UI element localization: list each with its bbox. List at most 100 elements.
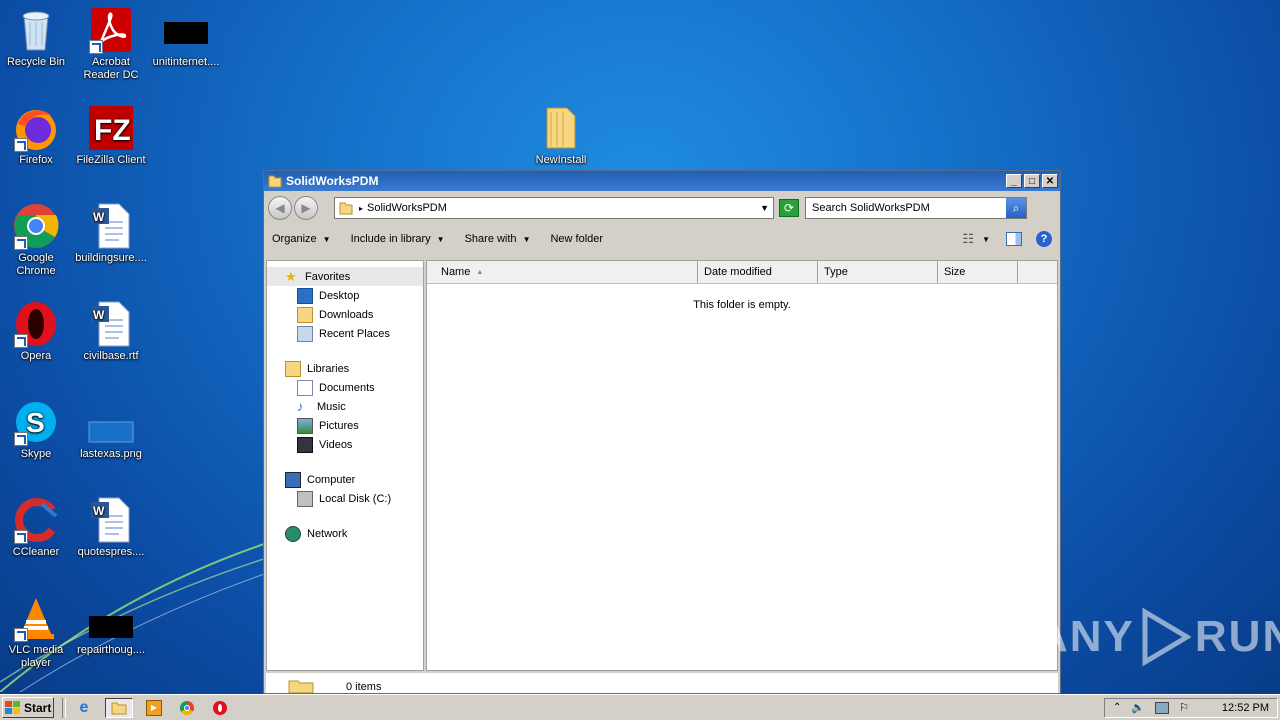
refresh-button[interactable]: ⟳ xyxy=(779,199,799,217)
svg-text:S: S xyxy=(26,407,45,438)
forward-button[interactable]: ▶ xyxy=(294,196,318,220)
folder-icon xyxy=(268,175,282,188)
desktop-icon-firefox[interactable]: Firefox xyxy=(0,104,74,167)
anyrun-watermark: ANY RUN xyxy=(1036,608,1280,666)
svg-text:FZ: FZ xyxy=(94,114,131,147)
taskbar-explorer[interactable] xyxy=(105,697,133,718)
filezilla-icon: FZ xyxy=(89,106,133,150)
desktop-icon-lastexas[interactable]: lastexas.png xyxy=(73,398,149,461)
nav-item-desktop[interactable]: Desktop xyxy=(267,286,423,305)
nav-item-downloads[interactable]: Downloads xyxy=(267,305,423,324)
include-in-library-menu[interactable]: Include in library ▼ xyxy=(351,233,445,245)
svg-text:W: W xyxy=(93,504,105,518)
help-icon[interactable]: ? xyxy=(1036,231,1052,247)
chevron-down-icon: ▼ xyxy=(436,234,445,244)
close-button[interactable]: ✕ xyxy=(1042,174,1058,188)
nav-item-videos[interactable]: Videos xyxy=(267,435,423,454)
desktop-icon-skype[interactable]: S Skype xyxy=(0,398,74,461)
desktop-icon-ccleaner[interactable]: CCleaner xyxy=(0,496,74,559)
column-size[interactable]: Size xyxy=(938,261,1018,283)
pictures-icon xyxy=(297,417,313,434)
downloads-icon xyxy=(297,306,313,323)
empty-folder-message: This folder is empty. xyxy=(693,299,791,311)
taskbar: Start e ▶ ⌃ 🔈 ⚐ 12:52 PM xyxy=(0,694,1280,720)
star-icon: ★ xyxy=(285,268,297,284)
nav-item-pictures[interactable]: Pictures xyxy=(267,416,423,435)
desktop-icon-vlc[interactable]: VLC media player xyxy=(0,594,74,670)
computer-icon xyxy=(285,471,301,488)
desktop-icon-quotespres[interactable]: W quotespres.... xyxy=(73,496,149,559)
network-icon xyxy=(285,525,301,542)
svg-text:W: W xyxy=(93,210,105,224)
taskbar-opera[interactable] xyxy=(208,698,232,718)
search-icon[interactable]: ⌕ xyxy=(1006,198,1026,218)
nav-favorites[interactable]: ★ Favorites xyxy=(267,267,423,286)
forward-arrow-icon: ▶ xyxy=(301,201,311,215)
system-tray: ⌃ 🔈 ⚐ 12:52 PM xyxy=(1104,697,1278,718)
folder-icon xyxy=(339,202,353,215)
desktop-icon xyxy=(297,287,313,304)
nav-item-recent-places[interactable]: Recent Places xyxy=(267,324,423,343)
clock[interactable]: 12:52 PM xyxy=(1222,702,1269,714)
internet-explorer-icon: e xyxy=(79,698,89,716)
chevron-down-icon: ▼ xyxy=(322,234,331,244)
nav-item-local-disk[interactable]: Local Disk (C:) xyxy=(267,489,423,508)
play-logo-icon xyxy=(1142,608,1191,666)
desktop-icon-civilbase[interactable]: W civilbase.rtf xyxy=(73,300,149,363)
desktop-icon-unitinternet[interactable]: unitinternet.... xyxy=(148,6,224,69)
action-center-flag-icon[interactable]: ⚐ xyxy=(1179,701,1189,714)
black-thumbnail-icon xyxy=(89,616,133,638)
volume-icon[interactable]: 🔈 xyxy=(1131,701,1145,714)
taskbar-ie[interactable]: e xyxy=(72,698,96,718)
nav-item-music[interactable]: ♪ Music xyxy=(267,397,423,416)
address-text: SolidWorksPDM xyxy=(367,202,447,214)
chevron-down-icon[interactable]: ▼ xyxy=(760,203,769,213)
status-bar: 0 items xyxy=(266,673,1058,693)
desktop-icon-opera[interactable]: Opera xyxy=(0,300,74,363)
desktop-icon-recycle-bin[interactable]: Recycle Bin xyxy=(0,6,74,69)
search-input[interactable]: Search SolidWorksPDM ⌕ xyxy=(805,197,1027,219)
nav-libraries[interactable]: Libraries xyxy=(267,359,423,378)
desktop-icon-newinstall[interactable]: NewInstall xyxy=(523,104,599,167)
nav-network[interactable]: Network xyxy=(267,524,423,543)
nav-item-documents[interactable]: Documents xyxy=(267,378,423,397)
desktop-icon-buildingsure[interactable]: W buildingsure.... xyxy=(73,202,149,265)
taskbar-media-player[interactable]: ▶ xyxy=(142,698,166,718)
show-hidden-icons-icon[interactable]: ⌃ xyxy=(1113,702,1121,713)
svg-text:W: W xyxy=(93,308,105,322)
nav-computer[interactable]: Computer xyxy=(267,470,423,489)
window-title: SolidWorksPDM xyxy=(286,174,379,188)
back-button[interactable]: ◀ xyxy=(268,196,292,220)
start-button[interactable]: Start xyxy=(2,697,54,718)
explorer-window: SolidWorksPDM _ □ ✕ ◀ ▶ ▸ SolidWorksPDM … xyxy=(263,170,1061,694)
maximize-button[interactable]: □ xyxy=(1024,174,1040,188)
image-thumbnail-icon xyxy=(88,421,134,443)
window-titlebar[interactable]: SolidWorksPDM _ □ ✕ xyxy=(264,171,1060,191)
column-type[interactable]: Type xyxy=(818,261,938,283)
desktop-icon-chrome[interactable]: Google Chrome xyxy=(0,202,74,278)
view-options-icon[interactable]: ☷ xyxy=(962,231,974,247)
address-field[interactable]: ▸ SolidWorksPDM ▼ xyxy=(334,197,774,219)
desktop-icon-acrobat[interactable]: Acrobat Reader DC xyxy=(73,6,149,82)
new-folder-button[interactable]: New folder xyxy=(550,233,603,245)
back-arrow-icon: ◀ xyxy=(275,201,285,215)
column-headers: Name ▲ Date modified Type Size xyxy=(427,261,1057,284)
network-tray-icon[interactable] xyxy=(1155,701,1170,714)
column-date-modified[interactable]: Date modified xyxy=(698,261,818,283)
preview-pane-icon[interactable] xyxy=(1006,232,1022,246)
share-with-menu[interactable]: Share with ▼ xyxy=(465,233,531,245)
chevron-down-icon[interactable]: ▼ xyxy=(982,235,990,244)
window-body: ★ Favorites Desktop Downloads Recent Plac… xyxy=(266,260,1058,671)
minimize-button[interactable]: _ xyxy=(1006,174,1022,188)
libraries-icon xyxy=(285,360,301,377)
column-name[interactable]: Name ▲ xyxy=(427,261,698,283)
organize-menu[interactable]: Organize ▼ xyxy=(272,233,331,245)
videos-icon xyxy=(297,436,313,453)
taskbar-chrome[interactable] xyxy=(175,698,199,718)
desktop-icon-repairthoug[interactable]: repairthoug.... xyxy=(73,594,149,657)
desktop-icon-filezilla[interactable]: FZ FileZilla Client xyxy=(73,104,149,167)
recent-places-icon xyxy=(297,325,313,342)
file-list[interactable]: Name ▲ Date modified Type Size This folde… xyxy=(426,260,1058,671)
opera-icon xyxy=(213,700,227,715)
windows-logo-icon xyxy=(5,700,20,714)
